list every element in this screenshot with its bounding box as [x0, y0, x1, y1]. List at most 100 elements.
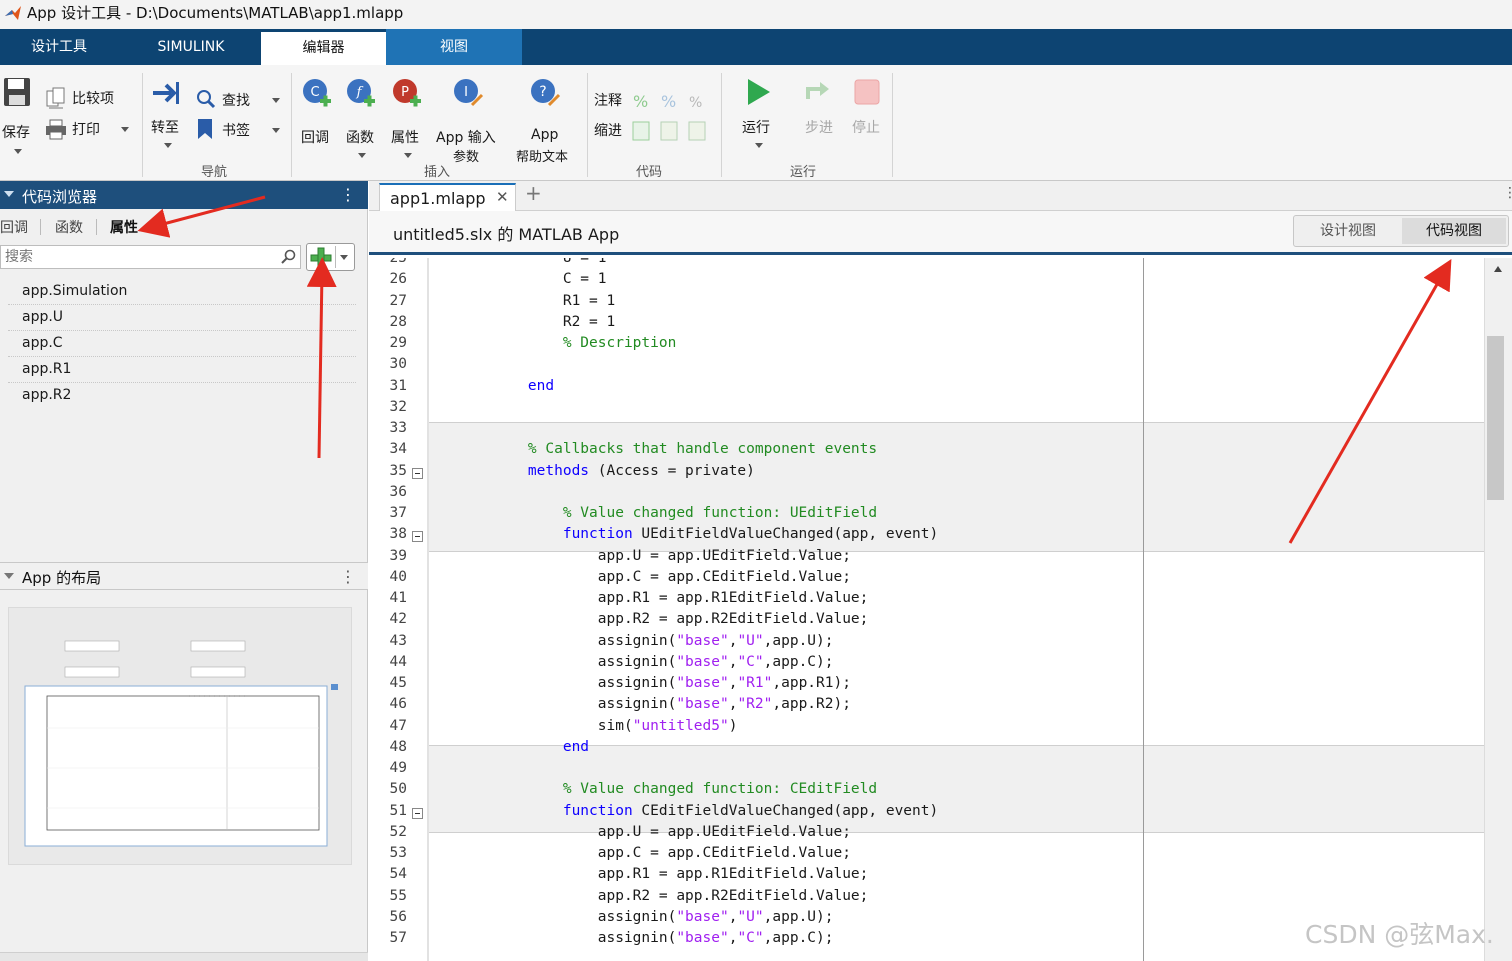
goto-button[interactable]: 转至	[148, 75, 186, 161]
insert-function-button[interactable]: f 函数	[342, 75, 382, 161]
comment-buttons-icon[interactable]: % % %	[631, 90, 711, 112]
design-view-button[interactable]: 设计视图	[1294, 216, 1402, 246]
close-icon[interactable]: ✕	[496, 188, 509, 206]
layout-preview[interactable]	[8, 607, 352, 865]
horizontal-scrollbar[interactable]	[0, 952, 368, 961]
code-line[interactable]: 52 app.U = app.UEditField.Value;	[369, 824, 1484, 845]
code-line[interactable]: 26 C = 1	[369, 271, 1484, 292]
run-button[interactable]: 运行	[738, 75, 780, 161]
code-line[interactable]: 47 sim("untitled5")	[369, 718, 1484, 739]
insert-property-label: 属性	[391, 130, 419, 146]
collapse-icon[interactable]	[4, 191, 14, 197]
panel-menu-icon[interactable]: ⋮	[340, 185, 356, 204]
code-line[interactable]: 48 end	[369, 739, 1484, 760]
scroll-thumb[interactable]	[1487, 336, 1504, 500]
property-item[interactable]: app.R1	[8, 357, 356, 383]
code-line[interactable]: 34 % Callbacks that handle component eve…	[369, 441, 1484, 462]
line-number: 51	[389, 802, 407, 819]
code-line[interactable]: 41 app.R1 = app.R1EditField.Value;	[369, 590, 1484, 611]
code-line[interactable]: 46 assignin("base","R2",app.R2);	[369, 696, 1484, 717]
find-button[interactable]: 查找	[194, 86, 286, 112]
property-item[interactable]: app.U	[8, 305, 356, 331]
chevron-down-icon[interactable]	[340, 255, 348, 260]
code-line[interactable]: 49	[369, 760, 1484, 781]
property-item[interactable]: app.R2	[8, 383, 356, 409]
code-line[interactable]: 53 app.C = app.CEditField.Value;	[369, 845, 1484, 866]
code-line[interactable]: 43 assignin("base","U",app.U);	[369, 633, 1484, 654]
indent-buttons-icon[interactable]	[631, 120, 711, 142]
cb-tab-functions[interactable]: 函数	[55, 217, 83, 237]
tab-simulink[interactable]: SIMULINK	[128, 29, 254, 65]
code-view-button[interactable]: 代码视图	[1402, 218, 1506, 244]
property-item[interactable]: app.C	[8, 331, 356, 357]
app-input-args-button[interactable]: I App 输入 参数	[434, 75, 508, 165]
code-line[interactable]: 35 methods (Access = private)	[369, 463, 1484, 484]
code-line[interactable]: 37 % Value changed function: UEditField	[369, 505, 1484, 526]
ribbon-divider	[587, 73, 588, 177]
code-line[interactable]: 51 function CEditFieldValueChanged(app, …	[369, 803, 1484, 824]
line-number: 48	[389, 738, 407, 755]
fold-toggle-icon[interactable]	[412, 467, 423, 479]
code-line[interactable]: 32	[369, 399, 1484, 420]
code-line[interactable]: 28 R2 = 1	[369, 314, 1484, 335]
code-line[interactable]: 30	[369, 356, 1484, 377]
save-button[interactable]: 保存	[0, 71, 36, 161]
code-line[interactable]: 42 app.R2 = app.R2EditField.Value;	[369, 611, 1484, 632]
fold-toggle-icon[interactable]	[412, 531, 423, 543]
tab-designer[interactable]: 设计工具	[0, 29, 118, 65]
run-label: 运行	[742, 120, 770, 136]
code-line[interactable]: 45 assignin("base","R1",app.R1);	[369, 675, 1484, 696]
add-property-button[interactable]	[306, 243, 355, 271]
code-line[interactable]: 36	[369, 484, 1484, 505]
search-box[interactable]	[0, 245, 301, 269]
line-number: 50	[389, 781, 407, 798]
line-number: 32	[389, 398, 407, 415]
code-line[interactable]: 55 app.R2 = app.R2EditField.Value;	[369, 888, 1484, 909]
code-line[interactable]: 33	[369, 420, 1484, 441]
print-button[interactable]: 打印	[42, 116, 137, 142]
code-line[interactable]: 38 function UEditFieldValueChanged(app, …	[369, 526, 1484, 547]
code-line[interactable]: 50 % Value changed function: CEditField	[369, 781, 1484, 802]
line-number: 54	[389, 866, 407, 883]
input-args-icon: I	[454, 79, 484, 107]
vertical-scrollbar[interactable]	[1484, 258, 1512, 961]
cb-tab-properties[interactable]: 属性	[110, 217, 138, 237]
tab-editor[interactable]: 编辑器	[261, 32, 386, 65]
code-line[interactable]: 29 % Description	[369, 335, 1484, 356]
app-help-text-button[interactable]: ? App 帮助文本	[512, 75, 582, 165]
code-line[interactable]: 40 app.C = app.CEditField.Value;	[369, 569, 1484, 590]
add-tab-icon[interactable]: +	[525, 181, 542, 205]
code-text: end	[527, 377, 555, 394]
code-area[interactable]: 25 U = 1 26 C = 1 27 R1 = 1 28 R2 = 1 29 % D…	[369, 258, 1512, 961]
tab-view[interactable]: 视图	[386, 29, 522, 65]
code-text: U = 1	[493, 258, 607, 266]
code-line[interactable]: 44 assignin("base","C",app.C);	[369, 654, 1484, 675]
code-text: function UEditFieldValueChanged(app, eve…	[562, 526, 939, 543]
line-number: 53	[389, 845, 407, 861]
compare-button[interactable]: 比较项	[42, 85, 132, 111]
code-line[interactable]: 54 app.R1 = app.R1EditField.Value;	[369, 866, 1484, 887]
app-help-label-line2: 帮助文本	[516, 150, 569, 165]
scroll-up-icon[interactable]	[1494, 266, 1502, 272]
line-number: 57	[389, 930, 407, 946]
panel-menu-icon[interactable]: ⋮	[340, 567, 356, 586]
code-line[interactable]: 31 end	[369, 378, 1484, 399]
collapse-icon[interactable]	[4, 573, 14, 579]
property-item[interactable]: app.Simulation	[8, 279, 356, 305]
goto-label: 转至	[151, 120, 179, 136]
fold-toggle-icon[interactable]	[412, 807, 423, 819]
tab-menu-icon[interactable]: ⋮	[1503, 185, 1512, 201]
app-help-label-line1: App	[531, 127, 559, 143]
file-tab[interactable]: app1.mlapp ✕	[379, 183, 516, 212]
line-number: 55	[389, 887, 407, 904]
search-input[interactable]	[5, 247, 275, 267]
code-line[interactable]: 27 R1 = 1	[369, 293, 1484, 314]
insert-property-button[interactable]: P 属性	[388, 75, 428, 161]
insert-callback-button[interactable]: C 回调	[298, 75, 336, 161]
code-group-label: 代码	[636, 165, 663, 180]
cb-tab-callbacks[interactable]: 回调	[0, 217, 28, 237]
bookmark-button[interactable]: 书签	[194, 116, 286, 142]
code-line[interactable]: 39 app.U = app.UEditField.Value;	[369, 548, 1484, 569]
line-number: 36	[389, 483, 407, 500]
code-line[interactable]: 25 U = 1	[369, 258, 1484, 271]
